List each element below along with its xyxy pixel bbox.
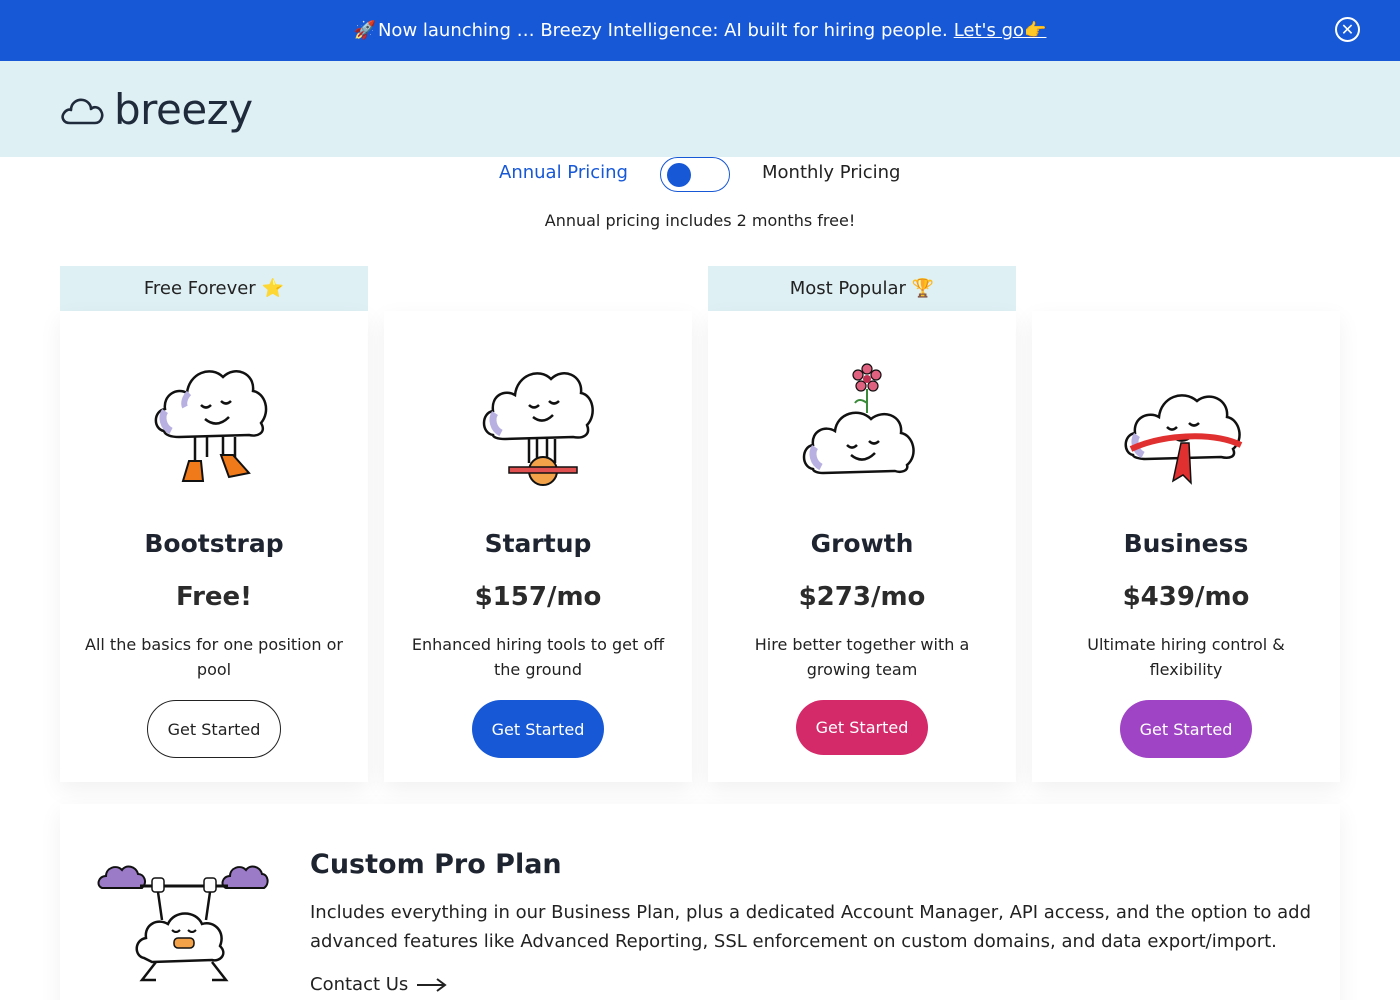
arrow-right-icon [417,977,447,992]
plan-name: Bootstrap [144,529,284,558]
star-icon: ⭐ [261,278,285,299]
pricing-toggle-row: Annual Pricing Monthly Pricing [0,157,1400,192]
plan-name: Growth [810,529,914,558]
free-forever-badge: Free Forever ⭐ [60,266,368,311]
plan-name: Business [1123,529,1249,558]
announcement-bar: 🚀 Now launching … Breezy Intelligence: A… [0,0,1400,61]
plan-description: Hire better together with a growing team [754,635,970,679]
plan-price: $273/mo [798,582,926,612]
most-popular-badge: Most Popular 🏆 [708,266,1016,311]
get-started-button-bootstrap[interactable]: Get Started [147,700,281,758]
annual-pricing-label[interactable]: Annual Pricing [499,162,628,183]
plan-card-startup: Startup $157/mo Enhanced hiring tools to… [384,311,692,782]
pricing-toggle-switch[interactable] [660,157,730,192]
site-header: breezy [0,61,1400,157]
monthly-pricing-label[interactable]: Monthly Pricing [762,162,900,183]
rocket-icon: 🚀 [353,20,376,41]
cloud-with-boots-icon [60,351,368,501]
cloud-with-flower-icon [708,351,1016,501]
plan-description: All the basics for one position or pool [85,635,343,679]
toggle-knob [667,163,691,187]
get-started-button-business[interactable]: Get Started [1120,700,1252,758]
close-icon[interactable]: ✕ [1335,17,1360,42]
logo[interactable]: breezy [60,85,253,134]
badge-label: Free Forever [143,278,256,299]
announcement-text: Now launching … Breezy Intelligence: AI … [377,20,948,41]
trophy-icon: 🏆 [911,278,935,299]
plan-price: Free! [175,582,253,612]
plan-name: Startup [484,529,592,558]
contact-us-label: Contact Us [310,974,409,995]
cloud-lifting-weights-icon [96,862,272,992]
announcement-link[interactable]: Let's go👉 [954,20,1047,41]
plan-card-growth: Growth $273/mo Hire better together with… [708,311,1016,782]
cloud-icon [61,98,104,124]
logo-text: breezy [114,85,253,134]
cloud-on-unicycle-icon [384,351,692,501]
get-started-button-growth[interactable]: Get Started [796,700,928,755]
contact-us-link[interactable]: Contact Us [310,974,448,995]
get-started-button-startup[interactable]: Get Started [472,700,604,758]
badge-label: Most Popular [789,278,906,299]
custom-pro-title: Custom Pro Plan [310,849,562,880]
plan-price: $157/mo [474,582,602,612]
plan-card-bootstrap: Bootstrap Free! All the basics for one p… [60,311,368,782]
custom-pro-description: Includes everything in our Business Plan… [310,902,1312,952]
plan-price: $439/mo [1122,582,1250,612]
plan-description: Enhanced hiring tools to get off the gro… [411,635,665,679]
plan-description: Ultimate hiring control & flexibility [1087,635,1285,679]
annual-pricing-note: Annual pricing includes 2 months free! [544,211,856,230]
plan-card-business: Business $439/mo Ultimate hiring control… [1032,311,1340,782]
custom-pro-plan-card: Custom Pro Plan Includes everything in o… [60,804,1340,1000]
cloud-with-scarf-icon [1032,351,1340,501]
